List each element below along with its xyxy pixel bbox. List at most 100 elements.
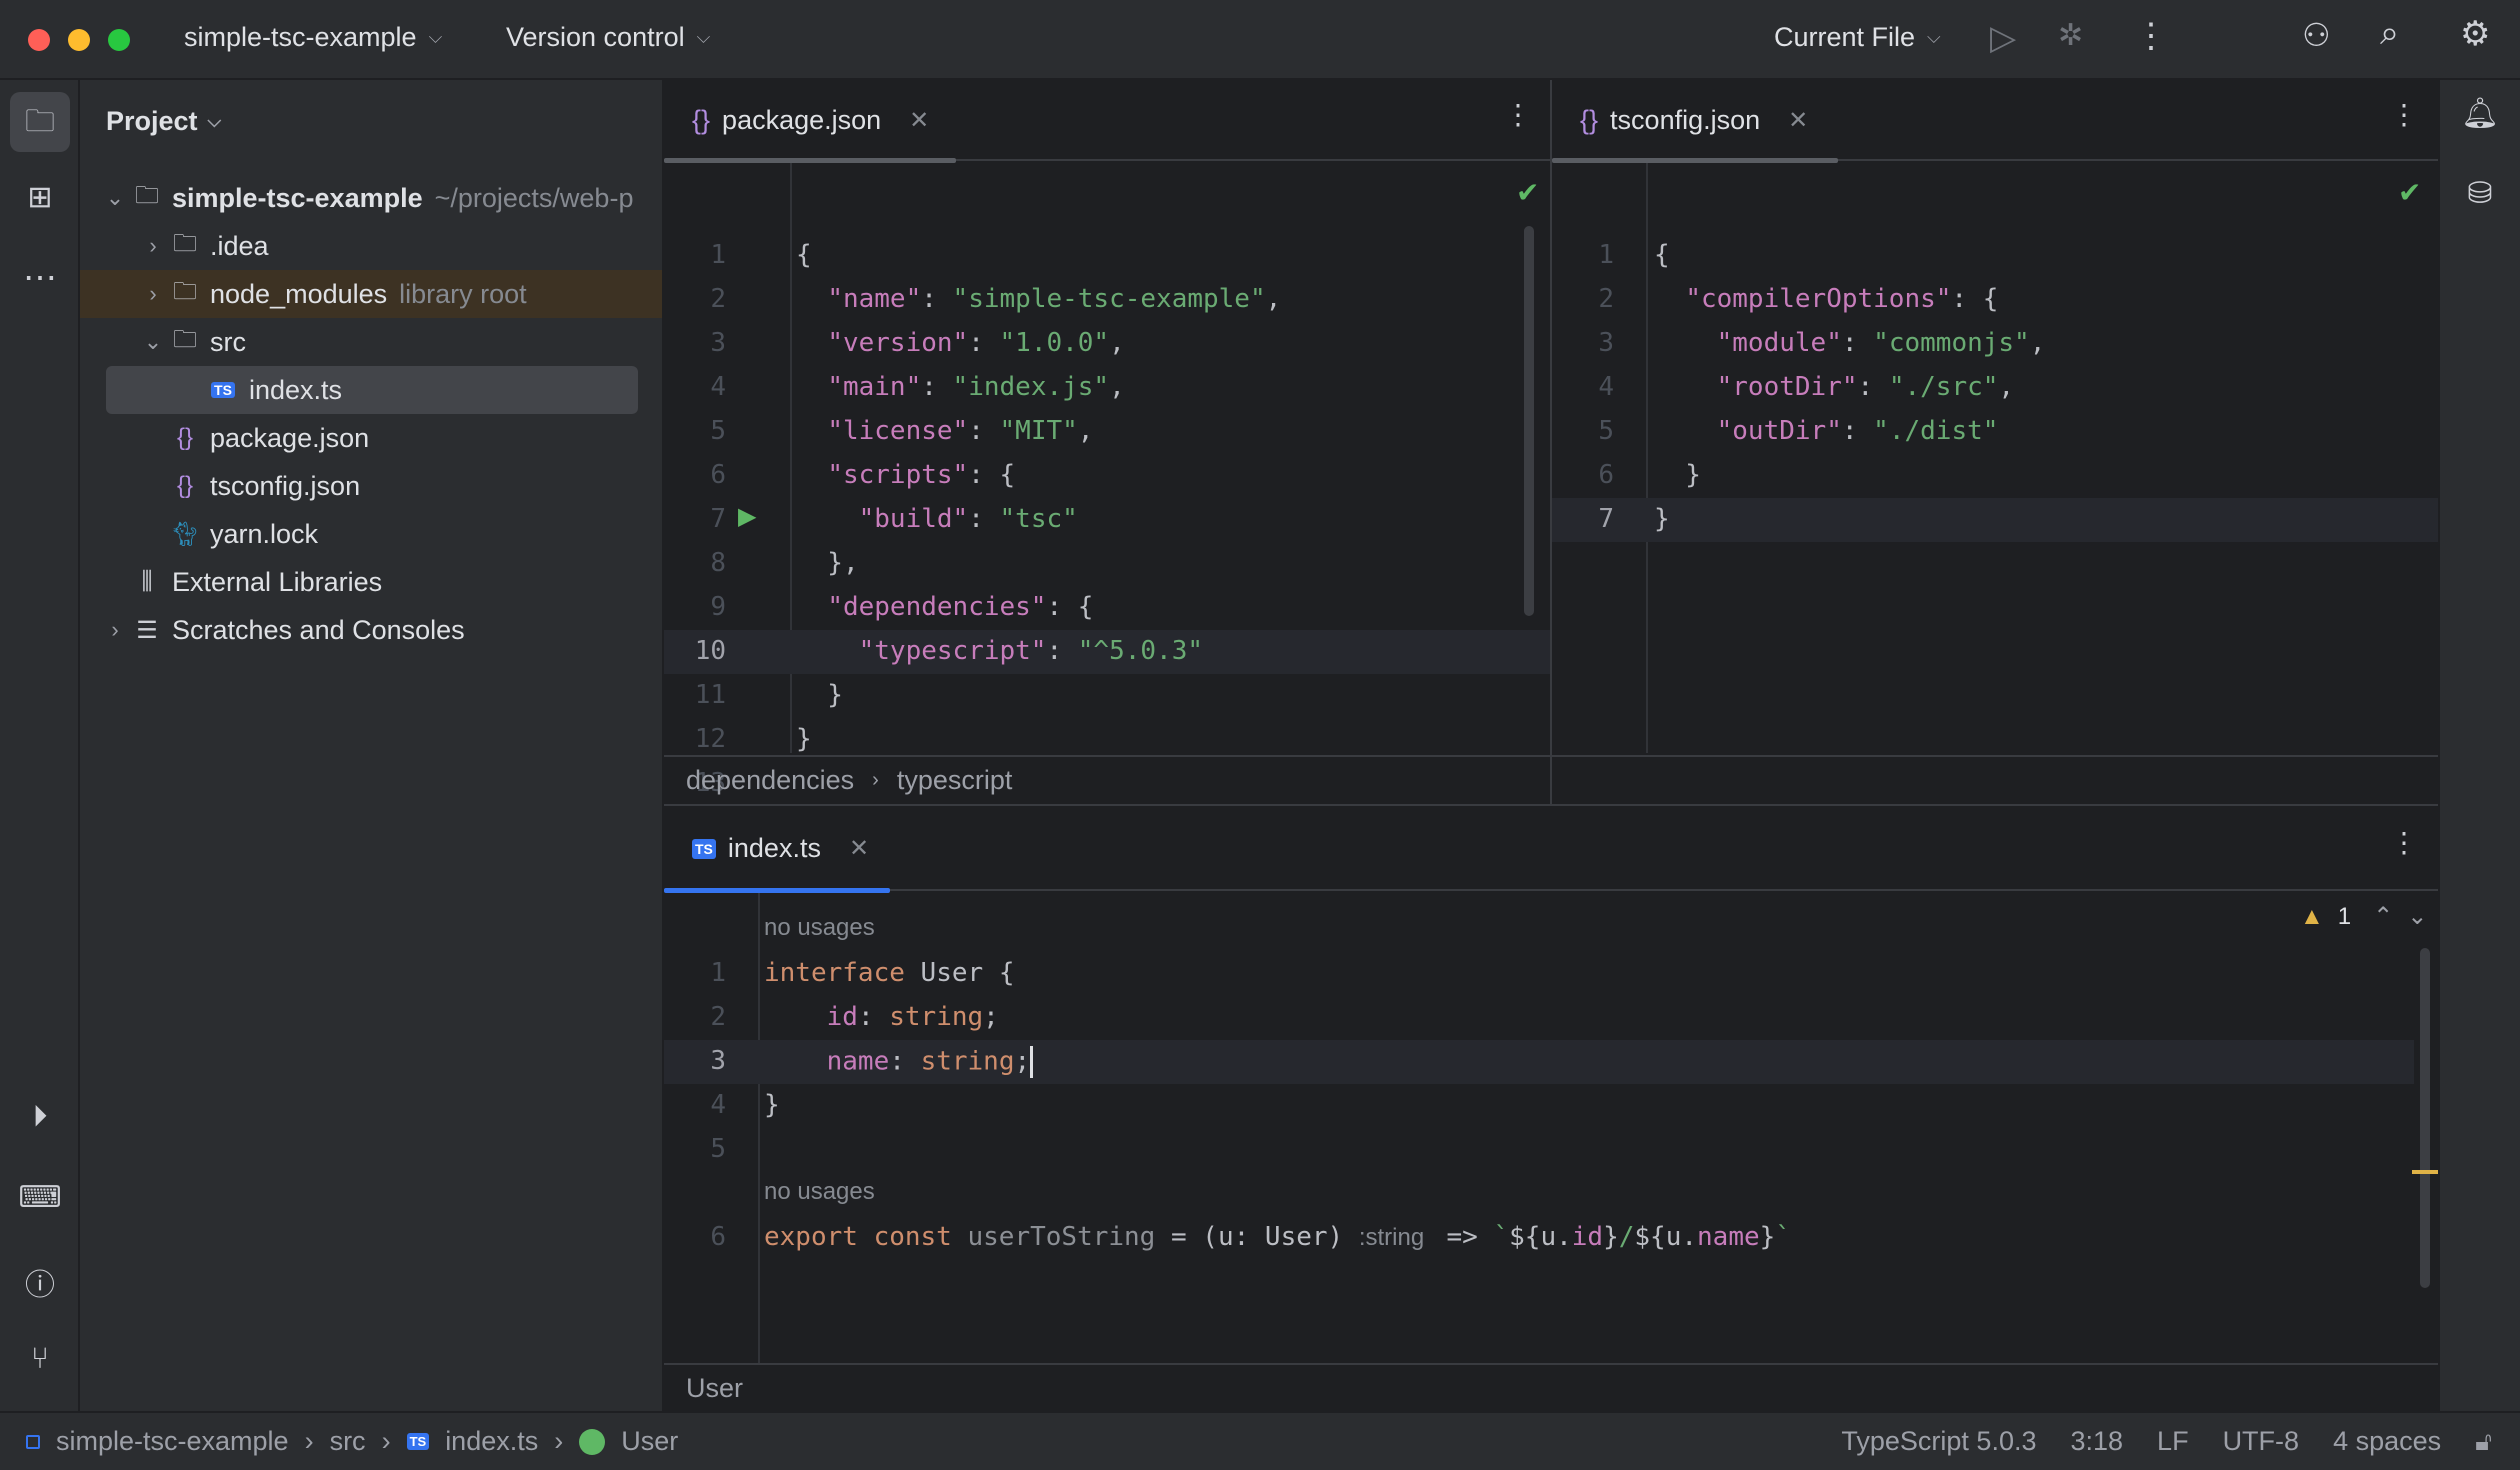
code-token: "typescript" xyxy=(858,636,1047,666)
chevron-right-icon[interactable]: › xyxy=(138,233,168,259)
next-highlight-icon[interactable]: ⌄ xyxy=(2407,902,2427,931)
git-branch-icon[interactable]: ⑂ xyxy=(10,1342,70,1376)
status-path-item[interactable]: index.ts xyxy=(445,1426,538,1457)
code-token: "index.js" xyxy=(952,372,1110,402)
chevron-right-icon[interactable]: › xyxy=(100,617,130,643)
chevron-right-icon: › xyxy=(304,1426,314,1456)
tree-item-index-ts[interactable]: TS index.ts xyxy=(106,366,638,414)
tab-more-icon[interactable]: ⋮ xyxy=(2390,98,2418,131)
tree-item-tsconfig-json[interactable]: {} tsconfig.json xyxy=(80,462,662,510)
close-window-button[interactable] xyxy=(28,29,50,51)
vertical-scrollbar[interactable] xyxy=(2420,948,2430,1288)
json-file-icon: {} xyxy=(692,105,711,135)
more-tools-icon[interactable]: ⋯ xyxy=(10,258,70,298)
maximize-window-button[interactable] xyxy=(108,29,130,51)
project-panel-title[interactable]: Project ⌵ xyxy=(106,106,221,137)
code-token: : xyxy=(1841,328,1874,358)
project-folder-icon[interactable]: 🗀 xyxy=(10,92,70,152)
tab-more-icon[interactable]: ⋮ xyxy=(1504,98,1532,131)
run-config-selector[interactable]: Current File ⌵ xyxy=(1774,22,1941,53)
chevron-right-icon[interactable]: › xyxy=(138,281,168,307)
services-icon[interactable]: ⏵ xyxy=(10,1100,70,1134)
status-path-item[interactable]: User xyxy=(621,1426,678,1457)
add-user-icon[interactable]: ⚇ xyxy=(2302,16,2331,54)
tree-item-external-libraries[interactable]: ⫼ External Libraries xyxy=(80,558,662,606)
encoding-widget[interactable]: UTF-8 xyxy=(2223,1426,2300,1457)
chevron-right-icon: › xyxy=(554,1426,564,1456)
previous-highlight-icon[interactable]: ⌃ xyxy=(2373,902,2393,931)
more-icon[interactable]: ⋮ xyxy=(2134,16,2168,56)
folder-icon: 🗀 xyxy=(173,325,197,353)
breadcrumb-item[interactable]: typescript xyxy=(897,765,1013,796)
lock-open-icon[interactable]: 🔓︎ xyxy=(2475,1426,2492,1458)
chevron-down-icon[interactable]: ⌄ xyxy=(138,329,168,355)
tab-bar: {} package.json ✕ ⋮ xyxy=(664,80,1550,163)
vcs-menu[interactable]: Version control ⌵ xyxy=(506,22,710,53)
line-separator-widget[interactable]: LF xyxy=(2157,1426,2189,1457)
tab-more-icon[interactable]: ⋮ xyxy=(2390,826,2418,859)
minimize-window-button[interactable] xyxy=(68,29,90,51)
run-config-label: Current File xyxy=(1774,22,1916,52)
tab-index-ts[interactable]: TS index.ts ✕ xyxy=(664,806,890,893)
tree-item-node-modules[interactable]: › 🗀 node_modules library root xyxy=(80,270,662,318)
breadcrumb-item[interactable]: User xyxy=(686,1373,743,1403)
folder-icon: 🗀 xyxy=(173,277,197,305)
no-usages-hint[interactable]: no usages xyxy=(764,914,875,942)
code-line: "module": "commonjs", xyxy=(1654,328,2046,358)
code-token: : xyxy=(921,284,953,314)
status-path-item[interactable]: simple-tsc-example xyxy=(56,1426,289,1457)
close-tab-icon[interactable]: ✕ xyxy=(849,834,869,863)
code-token: { xyxy=(1654,240,1670,270)
caret-position-widget[interactable]: 3:18 xyxy=(2070,1426,2123,1457)
problems-icon[interactable]: ⓘ xyxy=(10,1260,70,1304)
code-token: ${u. xyxy=(1509,1222,1572,1252)
tree-item-simple-tsc-example[interactable]: ⌄ 🗀 simple-tsc-example ~/projects/web-p xyxy=(80,174,662,222)
tree-item-label: index.ts xyxy=(249,374,343,405)
tree-item-hint: ~/projects/web-p xyxy=(434,182,634,213)
run-script-icon[interactable]: ▶ xyxy=(738,502,756,531)
inlay-type-hint: :string xyxy=(1358,1224,1431,1251)
line-number: 3 xyxy=(1598,328,1614,358)
code-token: ; xyxy=(1014,1046,1031,1077)
tree-item-src[interactable]: ⌄ 🗀 src xyxy=(80,318,662,366)
tree-item--idea[interactable]: › 🗀 .idea xyxy=(80,222,662,270)
project-switcher[interactable]: simple-tsc-example ⌵ xyxy=(184,22,442,53)
code-line: "outDir": "./dist" xyxy=(1654,416,1999,446)
tab-tsconfig-json[interactable]: {} tsconfig.json ✕ xyxy=(1552,80,1838,163)
structure-icon[interactable]: ⊞ xyxy=(10,180,70,215)
editor-package-json: {} package.json ✕ ⋮ ✔ 1 {2 "name": "simple-… xyxy=(664,80,1552,804)
tree-item-scratches-and-consoles[interactable]: › ☰ Scratches and Consoles xyxy=(80,606,662,654)
inspection-widget[interactable]: ▲ 1 ⌃ ⌄ xyxy=(2300,902,2427,931)
no-usages-hint[interactable]: no usages xyxy=(764,1178,875,1206)
run-icon[interactable]: ▷ xyxy=(1990,18,2016,58)
code-token: interface xyxy=(764,958,921,988)
code-token: } xyxy=(1654,504,1670,534)
database-icon[interactable]: ⛁ xyxy=(2450,176,2510,211)
line-number: 6 xyxy=(710,1222,726,1252)
close-tab-icon[interactable]: ✕ xyxy=(909,106,929,135)
close-tab-icon[interactable]: ✕ xyxy=(1788,106,1808,135)
search-icon[interactable]: ⌕ xyxy=(2380,14,2399,53)
debug-icon[interactable]: ✲ xyxy=(2058,18,2083,53)
warning-marker[interactable] xyxy=(2412,1170,2438,1174)
tree-item-package-json[interactable]: {} package.json xyxy=(80,414,662,462)
code-line: "build": "tsc" xyxy=(796,504,1078,534)
line-number: 6 xyxy=(710,460,726,490)
indent-widget[interactable]: 4 spaces xyxy=(2333,1426,2441,1457)
terminal-icon[interactable]: ⌨ xyxy=(10,1180,70,1215)
tree-item-yarn-lock[interactable]: 🐈︎ yarn.lock xyxy=(80,510,662,558)
library-icon: ⫼ xyxy=(141,568,153,595)
chevron-down-icon[interactable]: ⌄ xyxy=(100,185,130,211)
status-path-item[interactable]: src xyxy=(330,1426,366,1457)
code-token: : xyxy=(1841,416,1874,446)
settings-gear-icon[interactable]: ⚙ xyxy=(2460,14,2490,54)
code-token: ${u. xyxy=(1634,1222,1698,1252)
breadcrumb-item[interactable]: dependencies xyxy=(686,765,854,796)
notifications-bell-icon[interactable]: 🔔︎ xyxy=(2450,96,2510,131)
editor-tsconfig-json: {} tsconfig.json ✕ ⋮ ✔ 1 {2 "compilerOption… xyxy=(1552,80,2438,804)
language-widget[interactable]: TypeScript 5.0.3 xyxy=(1841,1426,2036,1457)
line-number: 10 xyxy=(694,636,726,666)
vertical-scrollbar[interactable] xyxy=(1524,226,1534,616)
tab-package-json[interactable]: {} package.json ✕ xyxy=(664,80,956,163)
